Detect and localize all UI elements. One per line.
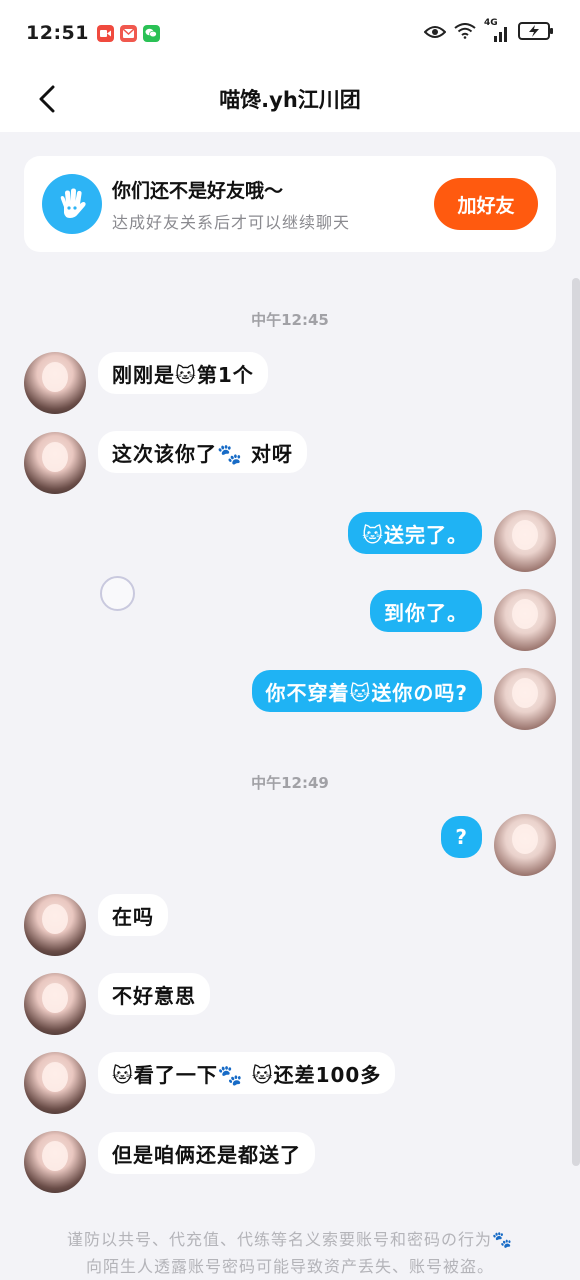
status-app-icons: [96, 24, 160, 42]
back-button[interactable]: [30, 82, 64, 116]
avatar[interactable]: [24, 352, 86, 414]
mail-app-icon: [119, 24, 137, 42]
card-title: 你们还不是好友哦～: [112, 179, 284, 202]
message-bubble[interactable]: ?: [441, 816, 482, 858]
avatar[interactable]: [494, 814, 556, 876]
status-right: 4G: [423, 18, 554, 44]
avatar[interactable]: [24, 432, 86, 494]
wifi-icon: [454, 23, 476, 43]
message-bubble[interactable]: 但是咱俩还是都送了: [98, 1132, 315, 1174]
eye-icon: [423, 24, 447, 43]
timestamp-separator: 中午12:49: [251, 774, 329, 792]
add-friend-button[interactable]: 加好友: [434, 178, 538, 230]
message-bubble[interactable]: 在吗: [98, 894, 168, 936]
card-subtitle: 达成好友关系后才可以继续聊天: [112, 212, 351, 232]
safety-notice: 谨防以共号、代充值、代练等名义索要账号和密码の行为🐾 向陌生人透露账号密码可能导…: [0, 1226, 580, 1280]
scrollbar[interactable]: [572, 278, 580, 1166]
message-bubble[interactable]: 不好意思: [98, 973, 210, 1015]
timestamp-separator: 中午12:45: [251, 311, 329, 329]
status-time: 12:51: [26, 22, 89, 44]
safety-notice-line: 谨防以共号、代充值、代练等名义索要账号和密码の行为🐾: [67, 1230, 513, 1249]
message-bubble[interactable]: 🐱送完了。: [348, 512, 482, 554]
avatar[interactable]: [24, 1052, 86, 1114]
cell-signal-icon: 4G: [484, 18, 510, 42]
message-bubble[interactable]: 你不穿着🐱送你の吗?: [251, 670, 482, 712]
avatar[interactable]: [494, 510, 556, 572]
avatar[interactable]: [24, 973, 86, 1035]
battery-icon: [518, 22, 554, 44]
avatar[interactable]: [24, 1131, 86, 1193]
network-type-label: 4G: [484, 18, 498, 28]
card-text: 你们还不是好友哦～ 达成好友关系后才可以继续聊天: [112, 176, 434, 233]
chevron-left-icon: [39, 85, 55, 113]
status-bar: 12:51 4G: [0, 0, 580, 66]
page-title: 喵馋.yh江川团: [219, 88, 361, 112]
wechat-app-icon: [142, 24, 160, 42]
friend-request-card: 你们还不是好友哦～ 达成好友关系后才可以继续聊天 加好友: [24, 156, 556, 252]
message-bubble[interactable]: 刚刚是🐱第1个: [98, 352, 268, 394]
wave-hand-icon: [42, 174, 102, 234]
message-bubble[interactable]: 🐱看了一下🐾 🐱还差100多: [98, 1052, 396, 1094]
avatar[interactable]: [24, 894, 86, 956]
avatar[interactable]: [494, 589, 556, 651]
message-bubble[interactable]: 到你了。: [370, 590, 482, 632]
video-app-icon: [96, 24, 114, 42]
safety-notice-line: 向陌生人透露账号密码可能导致资产丢失、账号被盗。: [85, 1257, 494, 1276]
message-bubble[interactable]: 这次该你了🐾 对呀: [98, 431, 307, 473]
chat-header: 喵馋.yh江川团: [0, 66, 580, 132]
touch-indicator: [100, 576, 135, 611]
avatar[interactable]: [494, 668, 556, 730]
